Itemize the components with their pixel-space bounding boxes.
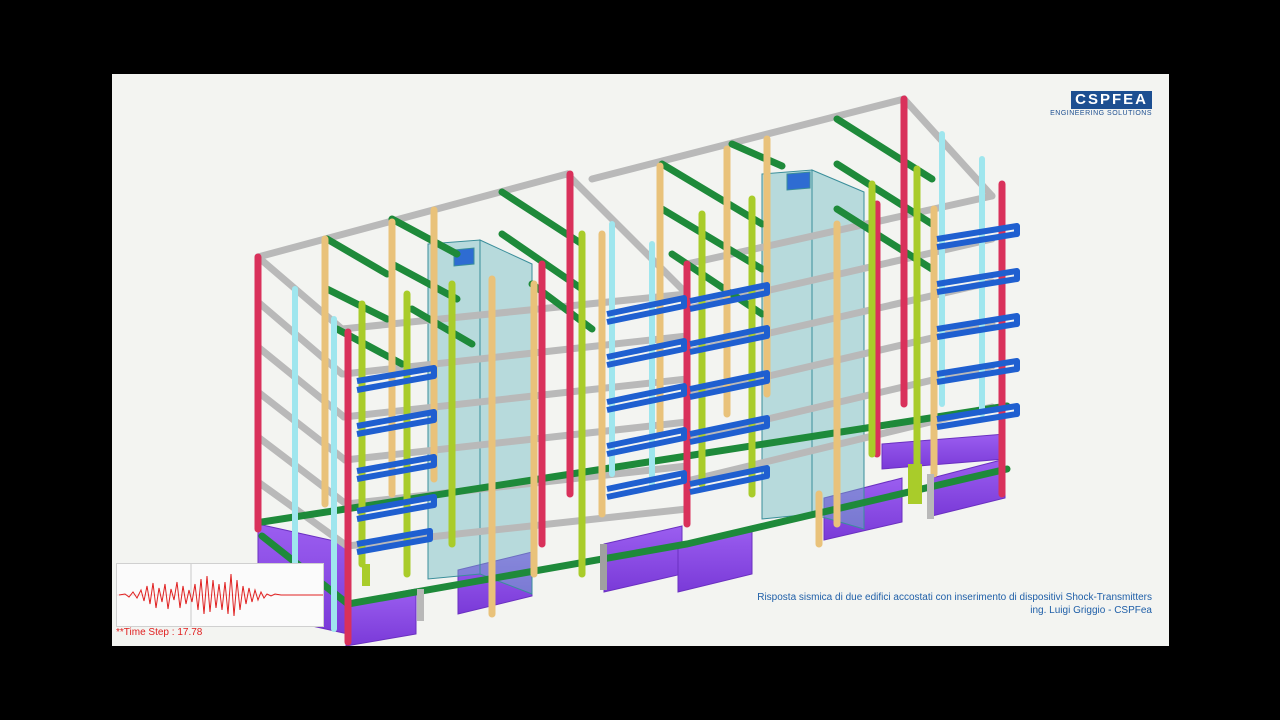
caption-author: ing. Luigi Griggio - CSPFea	[1030, 605, 1152, 616]
seismogram-trace	[117, 564, 323, 626]
elevator-core-right	[761, 169, 865, 530]
time-step-label: **Time Step : 17.78	[116, 627, 203, 638]
seismogram-panel	[116, 563, 324, 627]
model-viewport[interactable]: CSPFEA ENGINEERING SOLUTIONS Risposta si…	[112, 74, 1169, 646]
logo-name: CSPFEA	[1071, 91, 1152, 109]
logo-tagline: ENGINEERING SOLUTIONS	[1050, 110, 1152, 117]
cspfea-logo: CSPFEA ENGINEERING SOLUTIONS	[1050, 91, 1152, 117]
video-caption: Risposta sismica di due edifici accostat…	[757, 591, 1152, 617]
structural-model-3d	[254, 95, 1020, 646]
caption-title: Risposta sismica di due edifici accostat…	[757, 592, 1152, 603]
